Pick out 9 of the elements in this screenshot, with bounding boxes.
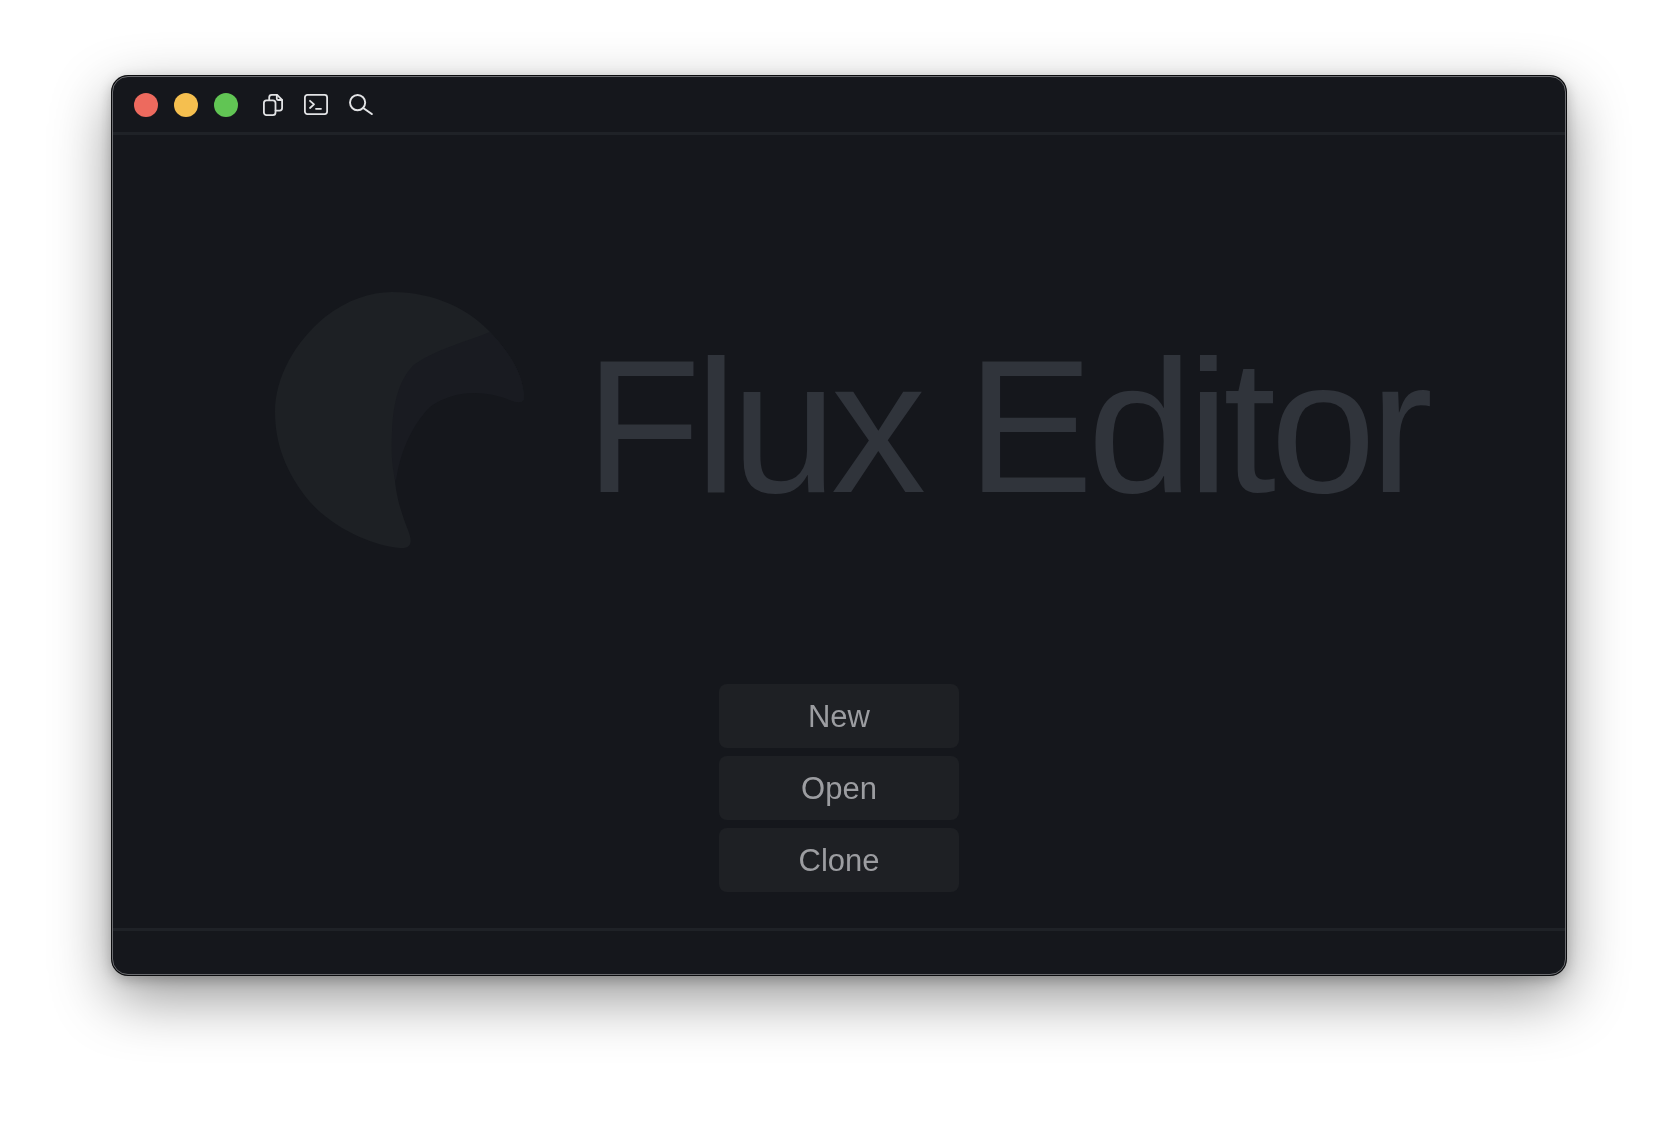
zoom-dot-icon[interactable] <box>214 92 238 117</box>
close-dot-icon[interactable] <box>134 92 158 117</box>
minimize-dot-icon[interactable] <box>174 92 198 117</box>
terminal-icon[interactable] <box>304 94 328 115</box>
action-button[interactable]: Open <box>719 756 959 820</box>
copy-icon[interactable] <box>263 93 283 116</box>
action-button[interactable]: Clone <box>719 828 959 892</box>
search-icon[interactable] <box>349 94 373 115</box>
action-button[interactable]: New <box>719 684 959 748</box>
